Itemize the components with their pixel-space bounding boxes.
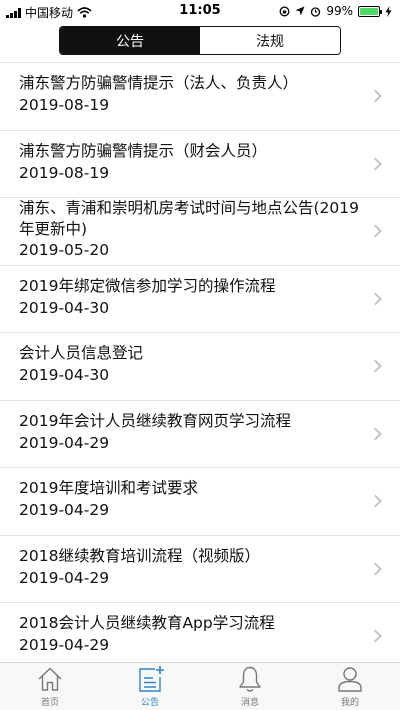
list-item[interactable]: 浦东警方防骗警情提示（法人、负责人） 2019-08-19 <box>0 63 400 131</box>
notice-title: 2019年绑定微信参加学习的操作流程 <box>19 276 276 295</box>
chevron-right-icon <box>369 427 382 441</box>
segment-regulations[interactable]: 法规 <box>200 27 340 54</box>
chevron-right-icon <box>369 292 382 306</box>
notice-date: 2019-04-29 <box>19 568 110 587</box>
chevron-right-icon <box>369 224 382 238</box>
notice-title: 浦东警方防骗警情提示（法人、负责人） <box>19 74 299 92</box>
segmented-control: 公告 法规 <box>59 26 341 55</box>
notice-list[interactable]: 浦东警方防骗警情提示（法人、负责人） 2019-08-19 浦东警方防骗警情提示… <box>0 62 400 662</box>
notice-title: 2019年度培训和考试要求 <box>19 479 198 497</box>
chevron-right-icon <box>369 359 382 373</box>
tab-profile-label: 我的 <box>340 698 359 708</box>
location-icon <box>295 6 305 16</box>
bell-icon <box>239 666 261 692</box>
list-item[interactable]: 2019年会计人员继续教育网页学习流程 2019-04-29 <box>0 401 400 468</box>
list-item[interactable]: 浦东、青浦和崇明机房考试时间与地点公告(2019年更新中) 2019-05-20 <box>0 198 400 266</box>
chevron-right-icon <box>369 629 382 643</box>
status-bar: 中国移动 11:05 99% <box>0 0 400 22</box>
notice-date: 2019-08-19 <box>19 96 110 114</box>
list-item[interactable]: 2018继续教育培训流程（视频版） 2019-04-29 <box>0 536 400 603</box>
notice-title: 会计人员信息登记 <box>19 344 144 362</box>
notice-date: 2019-05-20 <box>19 241 110 259</box>
tab-messages[interactable]: 消息 <box>200 663 300 710</box>
tab-notices-label: 公告 <box>140 698 159 708</box>
status-right: 99% <box>279 4 392 18</box>
tab-profile[interactable]: 我的 <box>300 663 400 710</box>
notice-title: 浦东、青浦和崇明机房考试时间与地点公告(2019年更新中) <box>19 199 359 238</box>
battery-fill <box>360 7 378 15</box>
segment-regulations-label: 法规 <box>256 33 284 50</box>
chevron-right-icon <box>369 494 382 508</box>
notice-date: 2019-04-30 <box>19 298 110 317</box>
list-item[interactable]: 2019年绑定微信参加学习的操作流程 2019-04-30 <box>0 266 400 333</box>
tab-bar: 首页 公告 消息 我的 <box>0 662 400 710</box>
chevron-right-icon <box>369 157 382 171</box>
segment-notices[interactable]: 公告 <box>60 27 200 54</box>
notice-date: 2019-04-30 <box>19 366 110 384</box>
notice-title: 2019年会计人员继续教育网页学习流程 <box>19 411 291 430</box>
notice-add-icon <box>139 666 164 692</box>
tab-home-label: 首页 <box>40 698 59 708</box>
tab-messages-label: 消息 <box>240 698 259 708</box>
notice-title: 浦东警方防骗警情提示（财会人员） <box>19 141 268 160</box>
segment-notices-label: 公告 <box>116 33 144 50</box>
tab-notices[interactable]: 公告 <box>100 663 200 710</box>
orientation-lock-icon <box>279 6 290 16</box>
notice-date: 2019-04-29 <box>19 433 110 452</box>
charging-bolt-icon <box>385 5 392 17</box>
home-icon <box>38 667 62 691</box>
tab-home[interactable]: 首页 <box>0 663 100 710</box>
person-icon <box>338 667 362 692</box>
list-item[interactable]: 2019年度培训和考试要求 2019-04-29 <box>0 468 400 536</box>
list-item[interactable]: 2018会计人员继续教育App学习流程 2019-04-29 <box>0 603 400 662</box>
notice-title: 2018会计人员继续教育App学习流程 <box>19 614 275 632</box>
notice-title: 2018继续教育培训流程（视频版） <box>19 546 260 565</box>
list-item[interactable]: 浦东警方防骗警情提示（财会人员） 2019-08-19 <box>0 131 400 198</box>
notice-date: 2019-04-29 <box>19 636 110 654</box>
chevron-right-icon <box>369 562 382 576</box>
battery-percent: 99% <box>326 4 353 18</box>
notice-date: 2019-04-29 <box>19 501 110 519</box>
chevron-right-icon <box>369 89 382 103</box>
battery-icon <box>358 5 382 17</box>
alarm-icon <box>311 6 321 17</box>
notice-date: 2019-08-19 <box>19 163 110 182</box>
list-item[interactable]: 会计人员信息登记 2019-04-30 <box>0 333 400 401</box>
